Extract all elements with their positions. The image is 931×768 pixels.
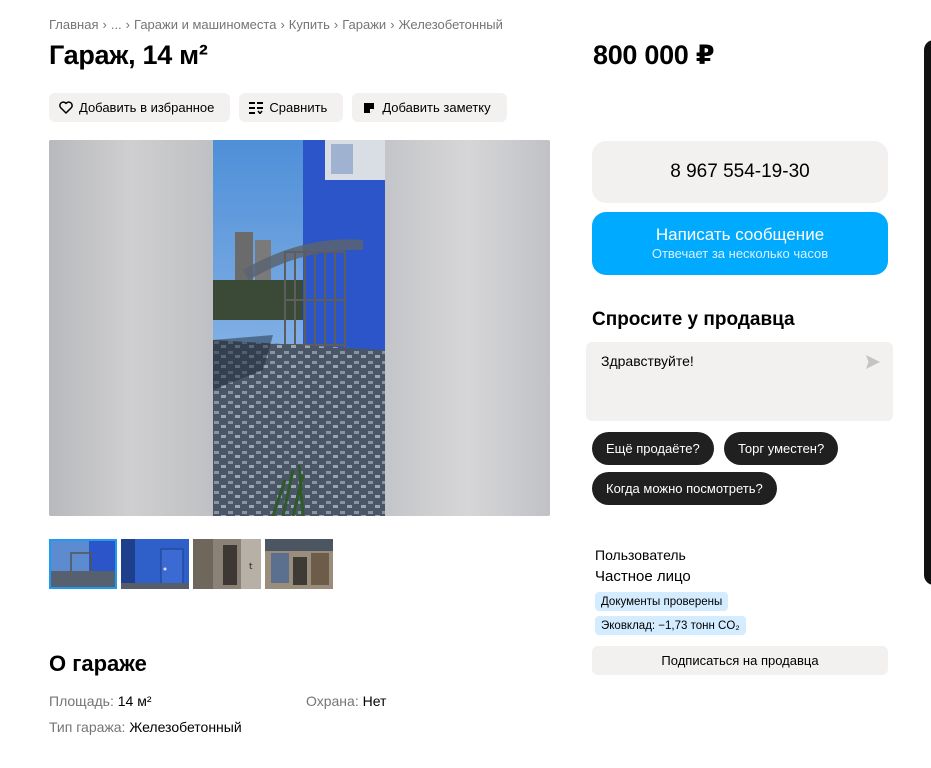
breadcrumb-separator: ›	[125, 17, 131, 32]
action-bar: Добавить в избранное Сравнить Добавить з…	[49, 93, 507, 122]
compare-button[interactable]: Сравнить	[239, 93, 344, 122]
breadcrumb-item-garages[interactable]: Гаражи	[342, 17, 386, 32]
add-to-favorites-button[interactable]: Добавить в избранное	[49, 93, 231, 122]
breadcrumb-item-concrete[interactable]: Железобетонный	[399, 17, 503, 32]
documents-verified-badge: Документы проверены	[595, 592, 729, 611]
breadcrumb-separator: ›	[102, 17, 107, 32]
breadcrumb-item-buy[interactable]: Купить	[289, 17, 330, 32]
add-note-button[interactable]: Добавить заметку	[352, 93, 507, 122]
ask-seller-box	[586, 342, 893, 421]
send-icon[interactable]	[865, 354, 881, 370]
side-panel-edge	[924, 40, 931, 585]
about-section-title: О гараже	[49, 651, 147, 676]
add-to-favorites-label: Добавить в избранное	[79, 100, 215, 115]
spec-security-key: Охрана:	[306, 693, 363, 709]
quick-question-still-selling[interactable]: Ещё продаёте?	[592, 432, 714, 465]
ask-seller-title: Спросите у продавца	[592, 309, 795, 330]
phone-number: 8 967 554-19-30	[670, 161, 810, 182]
note-icon	[362, 101, 376, 115]
svg-text:t: t	[249, 562, 253, 572]
ask-seller-input[interactable]	[601, 353, 851, 369]
breadcrumb-item-garages-parking[interactable]: Гаражи и машиноместа	[134, 17, 276, 32]
breadcrumb: Главная ›... › Гаражи и машиноместа › Купить ›…	[49, 17, 503, 32]
breadcrumb-separator: ›	[280, 17, 285, 32]
spec-area-key: Площадь:	[49, 693, 118, 709]
gallery-blur-right	[385, 140, 550, 516]
thumbnail-1[interactable]	[49, 539, 117, 589]
subscribe-seller-label: Подписаться на продавца	[661, 653, 819, 668]
price: 800 000 ₽	[593, 40, 715, 70]
photo-gallery[interactable]	[49, 140, 550, 516]
page-title: Гараж, 14 м²	[49, 40, 208, 70]
seller-type: Пользователь	[595, 547, 686, 563]
response-time-label: Отвечает за несколько часов	[651, 246, 829, 261]
spec-area: Площадь: 14 м²	[49, 693, 151, 709]
breadcrumb-separator: ›	[333, 17, 339, 32]
add-note-label: Добавить заметку	[382, 100, 491, 115]
compare-icon	[249, 101, 264, 115]
show-phone-button[interactable]: 8 967 554-19-30	[592, 141, 888, 203]
gallery-blur-left	[49, 140, 213, 516]
thumbnail-3[interactable]: t	[193, 539, 261, 589]
quick-question-bargain[interactable]: Торг уместен?	[724, 432, 839, 465]
write-message-button[interactable]: Написать сообщение Отвечает за несколько…	[592, 212, 888, 275]
write-message-label: Написать сообщение	[655, 225, 825, 244]
main-photo[interactable]	[213, 140, 385, 516]
thumbnail-4[interactable]	[265, 539, 333, 589]
spec-garage-type: Тип гаража: Железобетонный	[49, 719, 242, 735]
spec-garage-type-key: Тип гаража:	[49, 719, 130, 735]
heart-icon	[59, 101, 73, 115]
spec-security: Охрана: Нет	[306, 693, 386, 709]
thumbnail-2[interactable]	[121, 539, 189, 589]
compare-label: Сравнить	[269, 100, 328, 115]
breadcrumb-separator: ›	[390, 17, 395, 32]
seller-name[interactable]: Частное лицо	[595, 568, 691, 585]
spec-area-value: 14 м²	[117, 693, 152, 709]
thumbnail-strip: t	[49, 539, 333, 589]
spec-security-value: Нет	[362, 693, 387, 709]
eco-contribution-badge: Эковклад: −1,73 тонн CO₂	[595, 616, 746, 635]
breadcrumb-item-ellipsis[interactable]: ...	[111, 17, 122, 32]
quick-question-when-view[interactable]: Когда можно посмотреть?	[592, 472, 777, 505]
subscribe-seller-button[interactable]: Подписаться на продавца	[592, 646, 888, 675]
breadcrumb-item-home[interactable]: Главная	[49, 17, 98, 32]
spec-garage-type-value: Железобетонный	[129, 719, 242, 735]
